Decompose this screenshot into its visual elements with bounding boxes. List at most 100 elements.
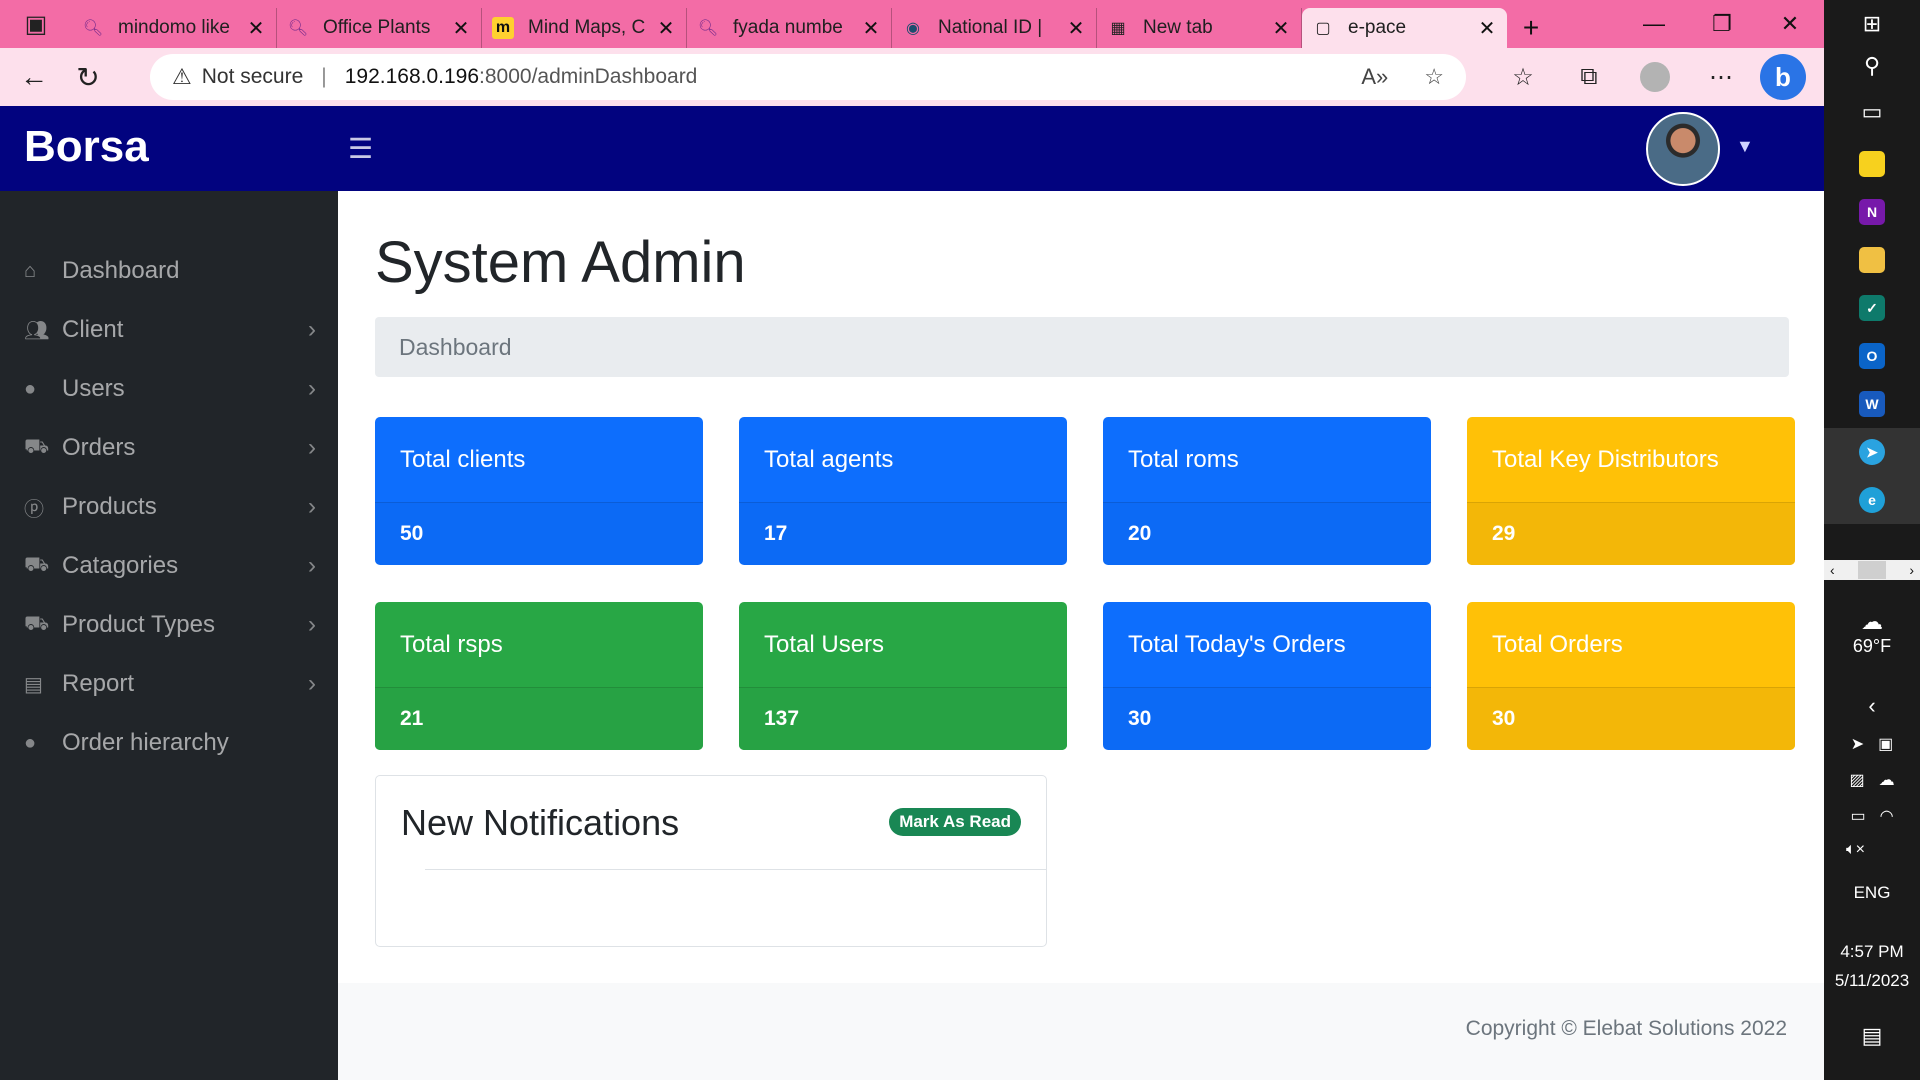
profile-icon[interactable] — [1622, 62, 1688, 92]
mark-as-read-button[interactable]: Mark As Read — [889, 808, 1021, 836]
chart-icon: ▤ — [24, 673, 43, 696]
browser-tab-bar: ▣ 🔍︎ mindomo like ✕ 🔍︎ Office Plants ✕ m… — [0, 0, 1824, 48]
app-tray-icon[interactable]: ▨ — [1849, 770, 1864, 790]
battery-icon[interactable]: ▭ — [1850, 806, 1865, 826]
clock-date[interactable]: 5/11/2023 — [1824, 971, 1920, 991]
security-label: Not secure — [201, 65, 304, 88]
stat-card-value: 21 — [375, 688, 703, 750]
camera-icon[interactable]: ▣ — [1878, 734, 1893, 754]
read-aloud-icon[interactable]: A» — [1361, 64, 1388, 90]
sidebar-item-order-hierarchy[interactable]: ● Order hierarchy — [0, 713, 338, 773]
menu-toggle-icon[interactable]: ☰ — [348, 132, 373, 165]
caret-down-icon[interactable]: ▼ — [1736, 136, 1754, 157]
stat-card-value: 29 — [1467, 503, 1795, 565]
more-icon[interactable]: ⋯ — [1688, 63, 1754, 92]
cart-icon: ⛟ — [24, 553, 50, 576]
search-icon: 🔍︎ — [287, 20, 309, 37]
telegram-icon[interactable]: ➤ — [1824, 428, 1920, 476]
stat-card[interactable]: Total agents 17 — [739, 417, 1067, 565]
breadcrumb: Dashboard — [375, 317, 1789, 377]
browser-tab-active[interactable]: ▢ e-pace ✕ — [1302, 8, 1507, 48]
clock-time[interactable]: 4:57 PM — [1824, 942, 1920, 962]
language-indicator[interactable]: ENG — [1824, 883, 1920, 903]
file-explorer-icon[interactable] — [1824, 236, 1920, 284]
minimize-icon[interactable]: — — [1620, 0, 1688, 48]
stat-card[interactable]: Total Orders 30 — [1467, 602, 1795, 750]
sidebar-item-categories[interactable]: ⛟ Catagories › — [0, 536, 338, 596]
bing-icon[interactable]: b — [1760, 54, 1806, 100]
outlook-icon[interactable]: O — [1824, 332, 1920, 380]
sidebar-item-orders[interactable]: ⛟ Orders › — [0, 418, 338, 478]
edge-icon[interactable]: e — [1824, 476, 1920, 524]
stat-card-title: Total Users — [739, 602, 1067, 688]
task-view-icon[interactable]: ▭ — [1824, 88, 1920, 136]
brand-logo[interactable]: Borsa — [24, 122, 149, 172]
browser-tab[interactable]: ▦ New tab ✕ — [1097, 8, 1302, 48]
cart-icon: ⛟ — [24, 435, 50, 458]
telegram-tray-icon[interactable]: ➤ — [1851, 734, 1864, 754]
stat-card[interactable]: Total Key Distributors 29 — [1467, 417, 1795, 565]
divider — [425, 869, 1046, 870]
new-tab-icon: ▦ — [1110, 20, 1126, 37]
user-icon: ● — [24, 377, 37, 400]
globe-icon: ◉ — [906, 20, 920, 37]
tab-actions-icon[interactable]: ▣ — [0, 0, 72, 48]
stat-card-value: 17 — [739, 503, 1067, 565]
product-icon: ⓟ — [24, 498, 44, 521]
new-tab-button[interactable]: + — [1507, 8, 1555, 48]
scroll-thumb[interactable] — [1858, 561, 1886, 579]
sidebar-item-report[interactable]: ▤ Report › — [0, 654, 338, 714]
chevron-left-icon[interactable]: ‹ — [1830, 562, 1835, 578]
search-icon[interactable]: ⚲ — [1824, 42, 1920, 90]
collections-icon[interactable]: ⧉ — [1556, 63, 1622, 91]
copyright-text: Copyright © Elebat Solutions 2022 — [1465, 1017, 1787, 1040]
stat-card-value: 50 — [375, 503, 703, 565]
user-avatar[interactable] — [1646, 112, 1720, 186]
warning-icon: ⚠ — [172, 64, 192, 89]
stat-card[interactable]: Total Today's Orders 30 — [1103, 602, 1431, 750]
sticky-notes-icon[interactable] — [1824, 140, 1920, 188]
windows-start-icon[interactable]: ⊞ — [1824, 0, 1920, 48]
browser-tab[interactable]: 🔍︎ mindomo like ✕ — [72, 8, 277, 48]
sidebar-item-product-types[interactable]: ⛟ Product Types › — [0, 595, 338, 655]
app-check-icon[interactable]: ✓ — [1824, 284, 1920, 332]
restore-icon[interactable]: ❐ — [1688, 0, 1756, 48]
browser-tab[interactable]: 🔍︎ Office Plants ✕ — [277, 8, 482, 48]
browser-tab[interactable]: m Mind Maps, C ✕ — [482, 8, 687, 48]
sidebar-item-client[interactable]: 👥︎ Client › — [0, 300, 338, 360]
close-tab-icon[interactable]: ✕ — [861, 16, 881, 41]
close-tab-icon[interactable]: ✕ — [656, 16, 676, 41]
onenote-icon[interactable]: N — [1824, 188, 1920, 236]
stat-card[interactable]: Total rsps 21 — [375, 602, 703, 750]
url-field[interactable]: ⚠ Not secure | 192.168.0.196:8000/adminD… — [150, 54, 1466, 100]
refresh-button[interactable]: ↻ — [56, 48, 120, 106]
close-window-icon[interactable]: ✕ — [1756, 0, 1824, 48]
stat-card[interactable]: Total clients 50 — [375, 417, 703, 565]
chevron-right-icon[interactable]: › — [1909, 562, 1914, 578]
browser-tab[interactable]: 🔍︎ fyada numbe ✕ — [687, 8, 892, 48]
sidebar-item-products[interactable]: ⓟ Products › — [0, 477, 338, 537]
volume-muted-icon[interactable]: 🔈︎× — [1824, 826, 1920, 874]
word-icon[interactable]: W — [1824, 380, 1920, 428]
notifications-icon[interactable]: ▤ — [1824, 1012, 1920, 1060]
add-favorite-icon[interactable]: ☆ — [1424, 64, 1444, 90]
stat-card-value: 20 — [1103, 503, 1431, 565]
taskbar-scroll[interactable]: ‹ › — [1824, 560, 1920, 580]
close-tab-icon[interactable]: ✕ — [1271, 16, 1291, 41]
close-tab-icon[interactable]: ✕ — [451, 16, 471, 41]
sidebar-item-users[interactable]: ● Users › — [0, 359, 338, 419]
stat-card[interactable]: Total roms 20 — [1103, 417, 1431, 565]
stat-card[interactable]: Total Users 137 — [739, 602, 1067, 750]
sidebar-item-dashboard[interactable]: ⌂ Dashboard — [0, 241, 338, 301]
onedrive-icon[interactable]: ☁ — [1879, 770, 1895, 790]
close-tab-icon[interactable]: ✕ — [1477, 16, 1497, 41]
close-tab-icon[interactable]: ✕ — [1066, 16, 1086, 41]
weather-temp[interactable]: 69°F — [1824, 636, 1920, 657]
browser-tab[interactable]: ◉ National ID | ✕ — [892, 8, 1097, 48]
footer: Copyright © Elebat Solutions 2022 — [338, 983, 1824, 1080]
wifi-icon[interactable]: ◠ — [1880, 806, 1894, 826]
favorites-icon[interactable]: ☆ — [1490, 63, 1556, 92]
close-tab-icon[interactable]: ✕ — [246, 16, 266, 41]
search-icon: 🔍︎ — [82, 20, 104, 37]
stat-card-title: Total Today's Orders — [1103, 602, 1431, 688]
